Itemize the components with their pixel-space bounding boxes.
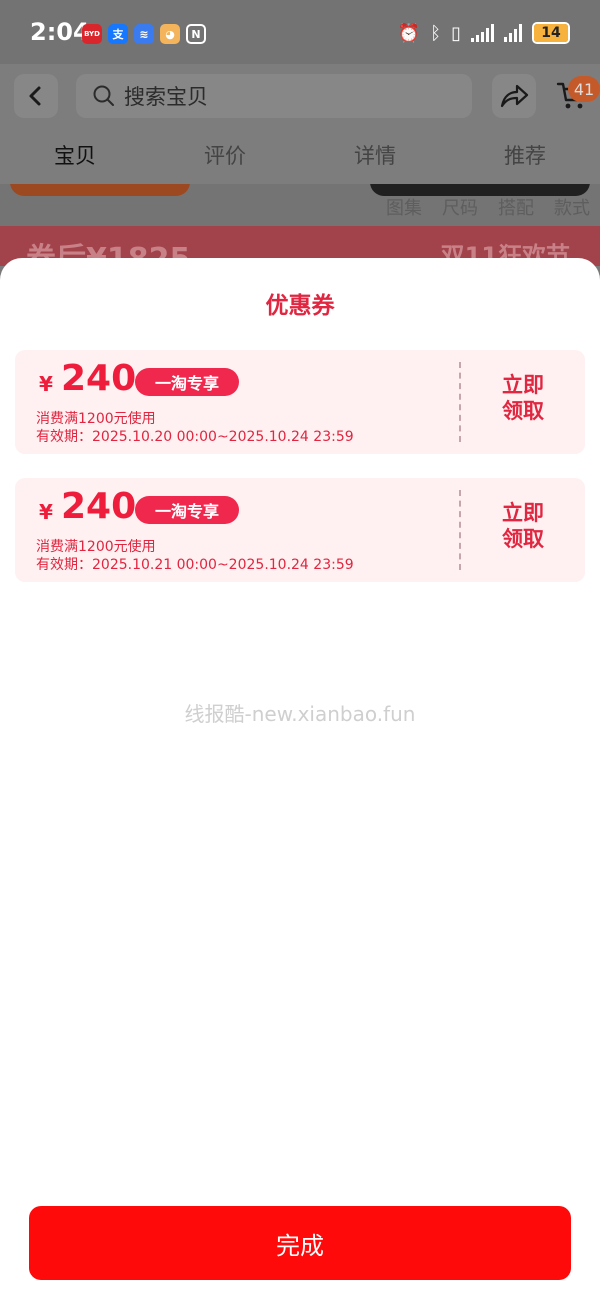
claim-coupon-button[interactable]: 立即 领取 bbox=[485, 500, 561, 552]
wifi-signal-icon bbox=[471, 24, 494, 42]
byd-app-icon: BYD bbox=[82, 24, 102, 44]
chevron-left-icon bbox=[29, 86, 41, 106]
claim-label-line2: 领取 bbox=[502, 527, 544, 551]
watermark-text: 线报酷-new.xianbao.fun bbox=[184, 702, 416, 726]
gallery-tab-style[interactable]: 款式 bbox=[554, 194, 590, 220]
share-icon bbox=[500, 84, 529, 108]
search-bar[interactable]: 搜索宝贝 bbox=[76, 74, 472, 118]
coupon-divider bbox=[459, 362, 461, 442]
status-bar: 2:04 BYD 支 ≋ ◕ N ⏰ ᛒ ▯ 14 bbox=[0, 0, 600, 64]
gallery-tab-match[interactable]: 搭配 bbox=[498, 194, 534, 220]
search-icon bbox=[93, 85, 114, 106]
coupon-card: ¥ 240 一淘专享 消费满1200元使用 有效期：2025.10.21 00:… bbox=[15, 478, 585, 582]
coupon-tag: 一淘专享 bbox=[135, 496, 239, 524]
gallery-tab-album[interactable]: 图集 bbox=[386, 194, 422, 220]
coupon-validity: 有效期：2025.10.21 00:00~2025.10.24 23:59 bbox=[36, 557, 354, 573]
product-image-fragment bbox=[10, 184, 190, 196]
battery-level: 14 bbox=[541, 25, 561, 41]
voice-app-icon: ≋ bbox=[134, 24, 154, 44]
coupon-amount: 240 bbox=[61, 486, 137, 527]
claim-coupon-button[interactable]: 立即 领取 bbox=[485, 372, 561, 424]
coupon-amount: 240 bbox=[61, 358, 137, 399]
tab-details[interactable]: 详情 bbox=[300, 140, 450, 176]
tab-baobei[interactable]: 宝贝 bbox=[0, 140, 150, 176]
cell-signal-icon bbox=[504, 24, 522, 42]
cat-app-icon: ◕ bbox=[160, 24, 180, 44]
bluetooth-icon: ᛒ bbox=[430, 22, 442, 44]
battery-icon: 14 bbox=[532, 22, 570, 44]
nfc-icon: N bbox=[186, 24, 206, 44]
status-time: 2:04 bbox=[30, 18, 90, 46]
coupon-divider bbox=[459, 490, 461, 570]
coupon-condition: 消费满1200元使用 bbox=[36, 539, 156, 555]
product-header: 搜索宝贝 41 宝贝 评价 详情 推荐 bbox=[0, 64, 600, 184]
product-image-strip: 图集 尺码 搭配 款式 bbox=[0, 184, 600, 226]
back-button[interactable] bbox=[14, 74, 58, 118]
claim-label-line1: 立即 bbox=[502, 501, 544, 525]
gallery-tabs: 图集 尺码 搭配 款式 bbox=[386, 194, 590, 220]
product-tabs: 宝贝 评价 详情 推荐 bbox=[0, 140, 600, 176]
tab-reviews[interactable]: 评价 bbox=[150, 140, 300, 176]
coupon-currency: ¥ bbox=[39, 500, 53, 524]
status-app-icons: BYD 支 ≋ ◕ N bbox=[82, 24, 206, 44]
share-button[interactable] bbox=[492, 74, 536, 118]
tab-recommend[interactable]: 推荐 bbox=[450, 140, 600, 176]
status-indicators: ⏰ ᛒ ▯ 14 bbox=[398, 22, 570, 44]
gallery-tab-size[interactable]: 尺码 bbox=[442, 194, 478, 220]
claim-label-line1: 立即 bbox=[502, 373, 544, 397]
coupon-sheet: 优惠券 ¥ 240 一淘专享 消费满1200元使用 有效期：2025.10.20… bbox=[0, 258, 600, 1295]
alipay-app-icon: 支 bbox=[108, 24, 128, 44]
coupon-validity: 有效期：2025.10.20 00:00~2025.10.24 23:59 bbox=[36, 429, 354, 445]
vibrate-icon: ▯ bbox=[451, 22, 461, 44]
coupon-condition: 消费满1200元使用 bbox=[36, 411, 156, 427]
alarm-icon: ⏰ bbox=[397, 22, 421, 44]
coupon-tag: 一淘专享 bbox=[135, 368, 239, 396]
sheet-title: 优惠券 bbox=[265, 293, 335, 319]
search-placeholder: 搜索宝贝 bbox=[124, 85, 208, 109]
claim-label-line2: 领取 bbox=[502, 399, 544, 423]
cart-count-badge: 41 bbox=[568, 76, 600, 102]
done-button[interactable]: 完成 bbox=[29, 1206, 571, 1280]
coupon-currency: ¥ bbox=[39, 372, 53, 396]
coupon-card: ¥ 240 一淘专享 消费满1200元使用 有效期：2025.10.20 00:… bbox=[15, 350, 585, 454]
